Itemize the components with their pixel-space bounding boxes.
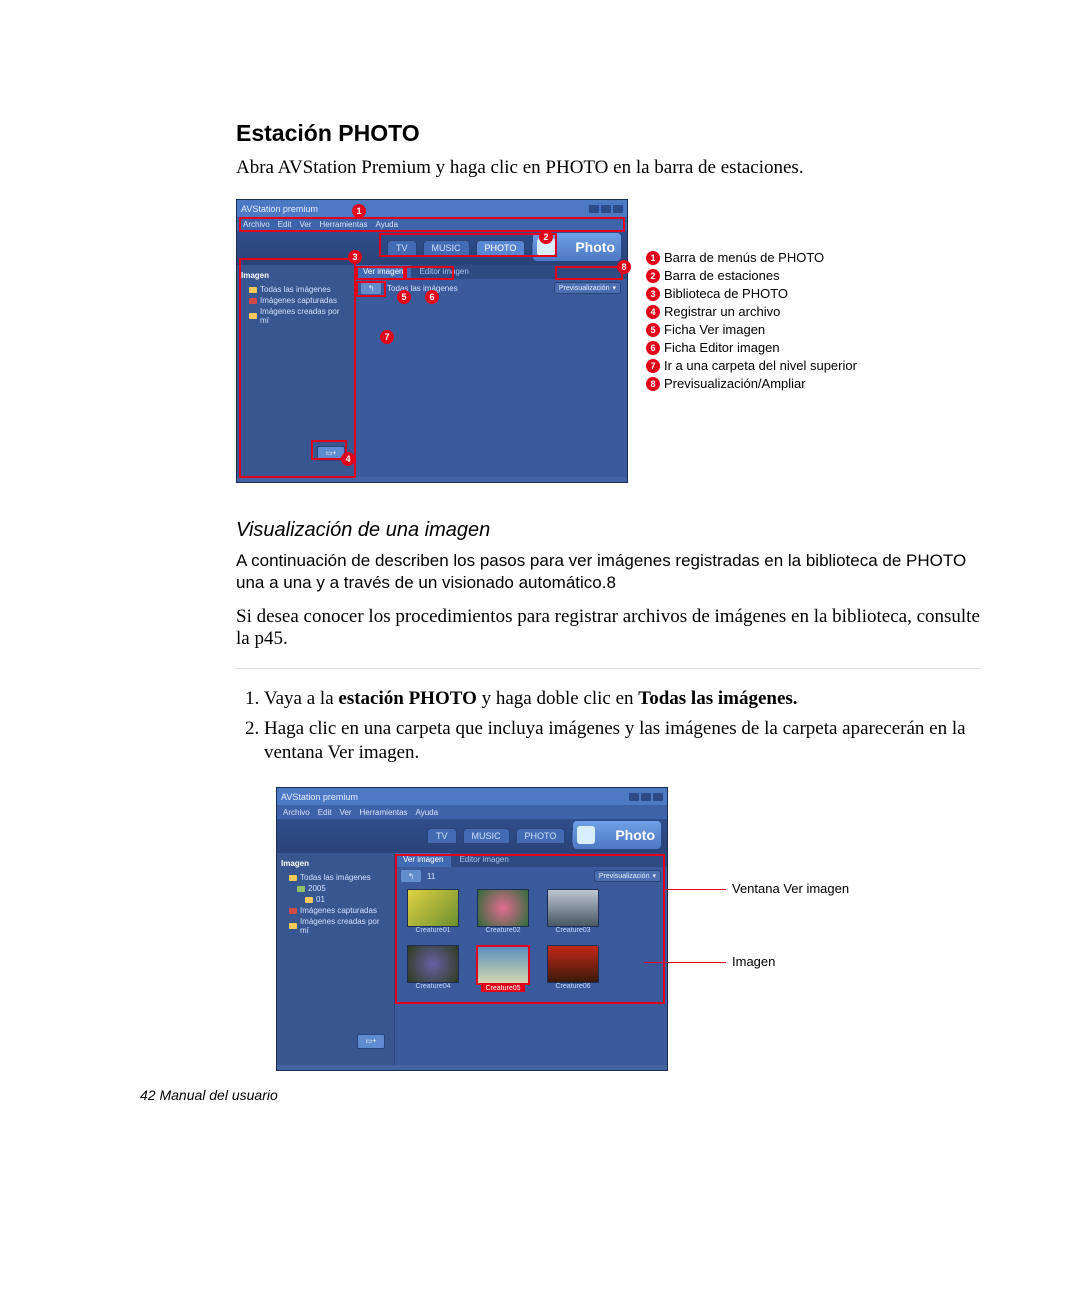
step-1: Vaya a la estación PHOTO y haga doble cl… [264, 687, 980, 711]
sidebar-item-created[interactable]: Imágenes creadas por mí [241, 306, 350, 326]
station-tab-music[interactable]: MUSIC [463, 828, 510, 844]
register-file-button[interactable]: ▭+ [357, 1034, 385, 1049]
app-title: AVStation premium [281, 792, 358, 802]
callout-image: Imagen [732, 954, 775, 969]
menu-item[interactable]: Archivo [283, 808, 310, 817]
breadcrumb: Todas las imágenes [387, 284, 458, 293]
legend-item: Biblioteca de PHOTO [664, 285, 788, 303]
subsection-title: Visualización de una imagen [236, 519, 980, 542]
up-button[interactable]: ↰ [361, 282, 381, 294]
sidebar-header: Imagen [241, 271, 350, 280]
legend-item: Ficha Ver imagen [664, 321, 765, 339]
station-tab-tv[interactable]: TV [387, 240, 417, 256]
image-thumbnail[interactable]: Creature03 [545, 889, 601, 939]
station-badge-label: Photo [615, 827, 655, 843]
legend-item: Registrar un archivo [664, 303, 780, 321]
menu-item[interactable]: Herramientas [320, 220, 368, 229]
sidebar-item-captured[interactable]: Imágenes capturadas [241, 295, 350, 306]
menu-item[interactable]: Ayuda [376, 220, 399, 229]
up-button[interactable]: ↰ [401, 870, 421, 882]
sidebar-item-captured[interactable]: Imágenes capturadas [281, 905, 390, 916]
station-tab-tv[interactable]: TV [427, 828, 457, 844]
menu-item[interactable]: Herramientas [360, 808, 408, 817]
breadcrumb: 11 [427, 872, 435, 881]
station-badge-label: Photo [575, 239, 615, 255]
window-controls [589, 205, 623, 213]
legend-item: Ir a una carpeta del nivel superior [664, 357, 857, 375]
app-title: AVStation premium [241, 204, 318, 214]
station-tab-photo[interactable]: PHOTO [476, 240, 526, 256]
avstation-screenshot-1: AVStation premium Archivo Edit Ver Herra… [236, 199, 628, 483]
page-footer: 42 Manual del usuario [140, 1087, 278, 1103]
callout-view-window: Ventana Ver imagen [732, 881, 849, 896]
intro-text: Abra AVStation Premium y haga clic en PH… [236, 157, 980, 179]
menu-item[interactable]: Archivo [243, 220, 270, 229]
avstation-screenshot-2: AVStation premium Archivo Edit Ver Herra… [276, 787, 668, 1071]
legend-item: Barra de estaciones [664, 267, 780, 285]
station-tab-music[interactable]: MUSIC [423, 240, 470, 256]
sidebar-item-year[interactable]: 2005 [281, 883, 390, 894]
figure-legend: 1Barra de menús de PHOTO 2Barra de estac… [646, 249, 857, 393]
sidebar-item-all[interactable]: Todas las imágenes [281, 872, 390, 883]
sidebar-header: Imagen [281, 859, 390, 868]
tab-view-image[interactable]: Ver imagen [355, 265, 411, 279]
section2-p1: A continuación de describen los pasos pa… [236, 550, 980, 594]
menu-item[interactable]: Ver [299, 220, 311, 229]
tab-view-image[interactable]: Ver imagen [395, 853, 451, 867]
image-thumbnail[interactable]: Creature06 [545, 945, 601, 995]
legend-item: Ficha Editor imagen [664, 339, 780, 357]
menu-item[interactable]: Edit [278, 220, 292, 229]
menu-item[interactable]: Ayuda [416, 808, 439, 817]
preview-button[interactable]: Previsualización▾ [554, 282, 621, 294]
section2-p2: Si desea conocer los procedimientos para… [236, 606, 980, 650]
station-badge: Photo [573, 821, 661, 849]
step-2: Haga clic en una carpeta que incluya imá… [264, 717, 980, 765]
photo-icon [577, 826, 595, 844]
thumbnail-grid: Creature01 Creature02 Creature03 Creatur… [395, 885, 667, 999]
image-thumbnail[interactable]: Creature02 [475, 889, 531, 939]
sidebar-item-month[interactable]: 01 [281, 894, 390, 905]
preview-button[interactable]: Previsualización▾ [594, 870, 661, 882]
tab-editor-image[interactable]: Editor imagen [451, 853, 516, 867]
station-tab-photo[interactable]: PHOTO [516, 828, 566, 844]
menu-item[interactable]: Edit [318, 808, 332, 817]
sidebar-item-created[interactable]: Imágenes creadas por mí [281, 916, 390, 936]
tab-editor-image[interactable]: Editor imagen [411, 265, 476, 279]
window-controls [629, 793, 663, 801]
legend-item: Previsualización/Ampliar [664, 375, 806, 393]
sidebar-item-all[interactable]: Todas las imágenes [241, 284, 350, 295]
section-title: Estación PHOTO [236, 120, 980, 147]
image-thumbnail[interactable]: Creature01 [405, 889, 461, 939]
legend-item: Barra de menús de PHOTO [664, 249, 824, 267]
image-thumbnail[interactable]: Creature05 [475, 945, 531, 995]
divider [236, 668, 980, 669]
image-thumbnail[interactable]: Creature04 [405, 945, 461, 995]
menu-item[interactable]: Ver [339, 808, 351, 817]
